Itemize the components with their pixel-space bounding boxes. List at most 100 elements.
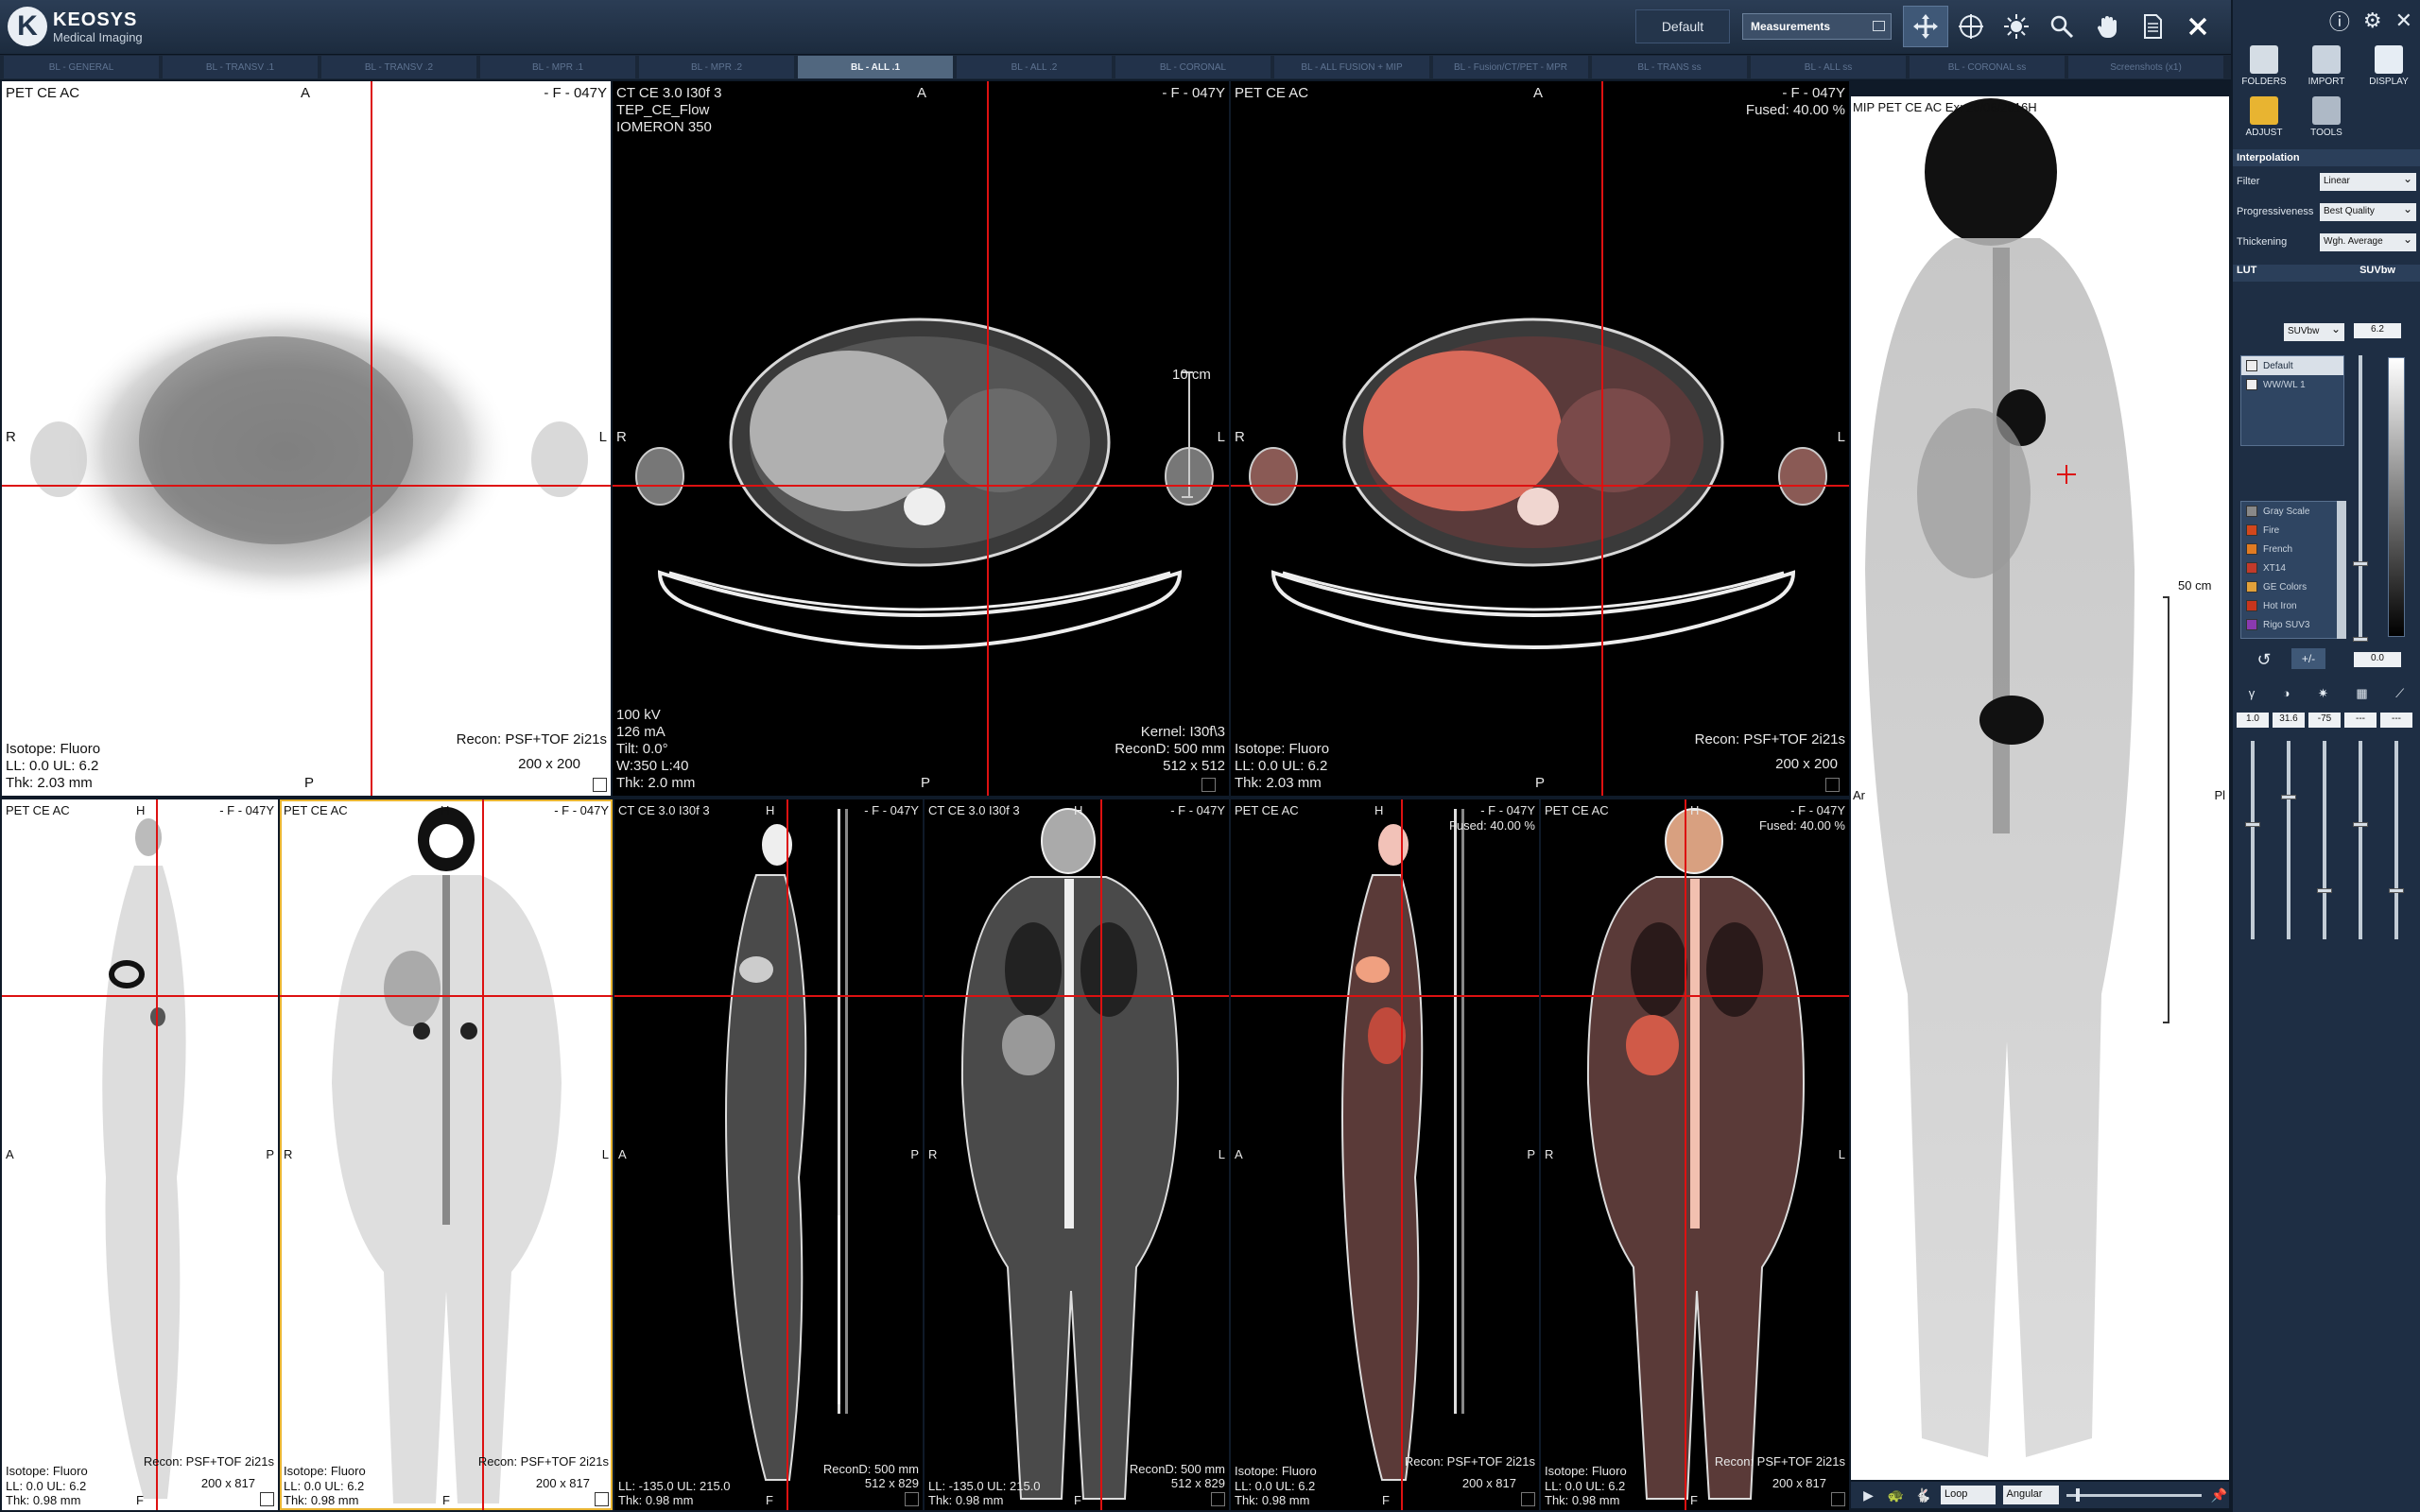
crosshair-v[interactable]: [1100, 799, 1102, 1510]
pet-axial-viewport[interactable]: PET CE AC A - F - 047Y R L P Isotope: Fl…: [2, 81, 611, 796]
sharpen-icon[interactable]: ▦: [2356, 686, 2367, 703]
crosshair-h[interactable]: [613, 485, 1229, 487]
tab-8[interactable]: BL - ALL FUSION + MIP: [1274, 56, 1429, 78]
fast-speed-icon[interactable]: 🐇: [1913, 1487, 1933, 1503]
crosshair-v[interactable]: [786, 799, 788, 1510]
adjust-slider[interactable]: [2323, 741, 2326, 939]
fusion-sagittal-viewport[interactable]: PET CE AC H - F - 047Y Fused: 40.00 % A …: [1231, 799, 1539, 1510]
adjust-slider-handle[interactable]: [2245, 822, 2260, 827]
import-button[interactable]: IMPORT: [2295, 45, 2358, 87]
ct-axial-viewport[interactable]: CT CE 3.0 I30f 3 TEP_CE_Flow IOMERON 350…: [613, 81, 1229, 796]
crosshair-h[interactable]: [280, 995, 613, 997]
adjust-value[interactable]: -75: [2308, 713, 2341, 728]
crosshair-icon[interactable]: [1948, 6, 1994, 47]
crosshair-h[interactable]: [2, 485, 611, 487]
tab-4[interactable]: BL - MPR .2: [639, 56, 794, 78]
lut-item[interactable]: Rigo SUV3: [2241, 615, 2343, 634]
tab-6[interactable]: BL - ALL .2: [957, 56, 1112, 78]
lut-window-track[interactable]: [2359, 355, 2362, 639]
crosshair-v[interactable]: [987, 81, 989, 796]
tab-2[interactable]: BL - TRANSV .2: [321, 56, 476, 78]
zoom-icon[interactable]: [2039, 6, 2084, 47]
lut-list-scrollbar[interactable]: [2337, 501, 2346, 639]
sync-checkbox[interactable]: [905, 1492, 919, 1506]
ct-sagittal-viewport[interactable]: CT CE 3.0 I30f 3 H - F - 047Y A P F LL: …: [614, 799, 923, 1510]
lut-item[interactable]: Fire: [2241, 521, 2343, 540]
adjust-slider[interactable]: [2394, 741, 2398, 939]
sync-checkbox[interactable]: [1831, 1492, 1845, 1506]
gamma-icon[interactable]: γ: [2249, 686, 2256, 703]
adjust-slider[interactable]: [2359, 741, 2362, 939]
brightness-icon[interactable]: ✷: [2318, 686, 2328, 703]
tab-9[interactable]: BL - Fusion/CT/PET - MPR: [1433, 56, 1588, 78]
crosshair-v[interactable]: [1601, 81, 1603, 796]
lut-item[interactable]: French: [2241, 540, 2343, 558]
pin-icon[interactable]: 📌: [2209, 1487, 2229, 1503]
sync-checkbox[interactable]: [1201, 778, 1216, 792]
lut-min-input[interactable]: 0.0: [2354, 652, 2401, 667]
measurements-dropdown[interactable]: Measurements: [1742, 13, 1892, 40]
ct-coronal-viewport[interactable]: CT CE 3.0 I30f 3 H - F - 047Y R L F LL: …: [925, 799, 1229, 1510]
adjust-button[interactable]: ADJUST: [2233, 96, 2295, 138]
adjust-value[interactable]: ---: [2380, 713, 2412, 728]
lut-level-handle[interactable]: [2353, 637, 2368, 642]
sync-checkbox[interactable]: [1825, 778, 1840, 792]
fusion-coronal-viewport[interactable]: PET CE AC H - F - 047Y Fused: 40.00 % R …: [1541, 799, 1849, 1510]
crosshair-h[interactable]: [925, 995, 1229, 997]
curve-icon[interactable]: ⟋: [2395, 686, 2404, 703]
sync-checkbox[interactable]: [1521, 1492, 1535, 1506]
filter-dropdown[interactable]: Linear: [2320, 172, 2416, 191]
tab-5[interactable]: BL - ALL .1: [798, 56, 953, 78]
adjust-slider[interactable]: [2251, 741, 2255, 939]
crosshair-v[interactable]: [482, 799, 484, 1510]
pet-coronal-viewport[interactable]: PET CE AC H - F - 047Y R L F Isotope: Fl…: [280, 799, 613, 1510]
tab-10[interactable]: BL - TRANS ss: [1592, 56, 1747, 78]
tab-11[interactable]: BL - ALL ss: [1751, 56, 1906, 78]
move-arrows-icon[interactable]: [1903, 6, 1948, 47]
tab-7[interactable]: BL - CORONAL: [1115, 56, 1270, 78]
sync-checkbox[interactable]: [1211, 1492, 1225, 1506]
crosshair-v[interactable]: [156, 799, 158, 1510]
tab-1[interactable]: BL - TRANSV .1: [163, 56, 318, 78]
rotation-mode-dropdown[interactable]: Angular: [2002, 1486, 2060, 1504]
sync-checkbox[interactable]: [595, 1492, 609, 1506]
lut-item[interactable]: XT14: [2241, 558, 2343, 577]
fusion-axial-viewport[interactable]: PET CE AC A - F - 047Y Fused: 40.00 % R …: [1231, 81, 1849, 796]
pan-hand-icon[interactable]: [2084, 6, 2130, 47]
info-icon[interactable]: ⓘ: [2329, 6, 2350, 36]
crosshair-h[interactable]: [2, 995, 278, 997]
close-icon[interactable]: [2175, 6, 2221, 47]
adjust-slider-handle[interactable]: [2281, 795, 2296, 799]
preset-item[interactable]: WW/WL 1: [2241, 375, 2343, 394]
lut-window-handle[interactable]: [2353, 561, 2368, 566]
mip-viewport[interactable]: MIP PET CE AC Ex: 28/06/2016H Ar Pl 50 c…: [1851, 96, 2229, 1480]
crosshair-h[interactable]: [614, 995, 923, 997]
sync-checkbox[interactable]: [260, 1492, 274, 1506]
tab-0[interactable]: BL - GENERAL: [4, 56, 159, 78]
pet-sagittal-viewport[interactable]: PET CE AC H - F - 047Y A P F Isotope: Fl…: [2, 799, 278, 1510]
thickening-dropdown[interactable]: Wgh. Average: [2320, 232, 2416, 251]
adjust-slider-handle[interactable]: [2389, 888, 2404, 893]
adjust-value[interactable]: 31.6: [2273, 713, 2305, 728]
tools-button[interactable]: TOOLS: [2295, 96, 2358, 138]
reset-icon[interactable]: ↺: [2250, 650, 2278, 671]
crosshair-v[interactable]: [1401, 799, 1403, 1510]
tab-3[interactable]: BL - MPR .1: [480, 56, 635, 78]
cine-slider[interactable]: [2066, 1487, 2203, 1502]
invert-button[interactable]: +/-: [2291, 648, 2325, 669]
crosshair-v[interactable]: [1685, 799, 1686, 1510]
gear-icon[interactable]: ⚙: [2363, 9, 2382, 33]
adjust-slider[interactable]: [2287, 741, 2290, 939]
slow-speed-icon[interactable]: 🐢: [1886, 1487, 1906, 1503]
crosshair-h[interactable]: [1231, 995, 1539, 997]
adjust-slider-handle[interactable]: [2317, 888, 2332, 893]
lut-item[interactable]: Gray Scale: [2241, 502, 2343, 521]
progressiveness-dropdown[interactable]: Best Quality: [2320, 202, 2416, 221]
tab-12[interactable]: BL - CORONAL ss: [1910, 56, 2065, 78]
adjust-value[interactable]: ---: [2344, 713, 2377, 728]
tab-13[interactable]: Screenshots (x1): [2068, 56, 2223, 78]
crosshair-h[interactable]: [1231, 485, 1849, 487]
layout-preset-button[interactable]: Default: [1635, 9, 1730, 43]
crosshair-h[interactable]: [1541, 995, 1849, 997]
close-icon[interactable]: ✕: [2395, 9, 2412, 33]
